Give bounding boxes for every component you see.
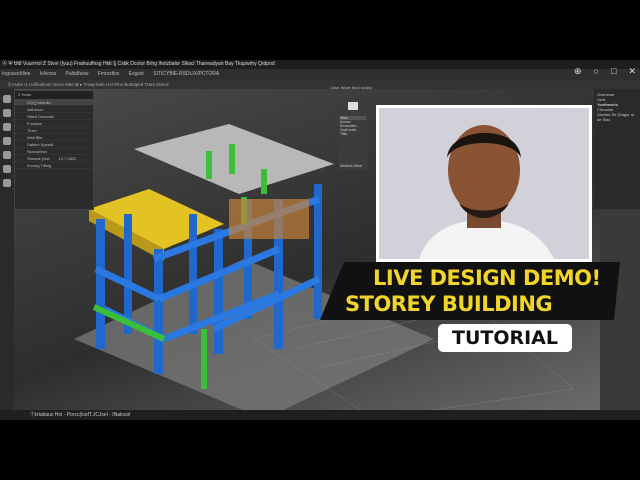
layers-icon [348,102,358,110]
formwork [229,199,309,239]
ribbon-tab[interactable]: Ingoaxe/tline [2,71,30,77]
info-footer: Nefulsis Sleve [340,164,363,168]
tree-item[interactable]: Tluch [15,127,93,134]
ribbon-tab[interactable]: Fmrsstlox [98,71,120,77]
tree-item[interactable]: Knvmg Tdiolg [15,162,93,169]
window-controls: ⊕ ○ □ ✕ [574,66,636,77]
headline-line-2: STOREY BUILDING [345,292,553,316]
status-right: INalosol [112,412,131,418]
letterbox-top [0,0,640,60]
viewport-caption: Chiar Wlver bis Inocdioi [330,85,373,90]
status-bar: Ⓣlxlubaus Hoi - Porcc(iosfT.JCJxel - INa… [0,410,640,420]
search-icon[interactable]: ○ [594,66,599,77]
ribbon-tab[interactable]: Exgsst [129,71,144,77]
right-panel: Ocemnoe Uovt Yoctlmvelu Chruuion Oisvtsd… [594,89,640,209]
tree-item-value: 12.7.0822 [58,156,77,161]
tree-item[interactable]: Sitied Deacrdio [15,113,93,120]
right-panel-text: Oisvtsd Sir (Dagor ui de Slav [597,112,634,122]
zoom-icon[interactable]: ⊕ [574,66,582,77]
status-left: Ⓣlxlubaus Hoi [30,412,63,418]
tree-item[interactable]: Sluvoplean [15,148,93,155]
info-panel: Hlatu Anowo Ermsoldes Hoaf oreta Tiitio … [338,98,368,170]
status-file: Porcc(iosfT.JCJxel [66,412,108,418]
search-input[interactable]: DQ/Ʒ ebuulio [15,99,93,106]
ribbon-tabs[interactable]: Ingoaxe/tline Ivlivoss Paltalfsow Fmrsst… [0,69,640,80]
menu-bar[interactable]: Ⓐ Ψ Ʉdl Vuurrriol Ƶ Stvvr (lyuu) Fnahuul… [0,60,640,69]
maximize-button[interactable]: □ [611,66,616,77]
presenter-photo [376,105,592,262]
tree-item-label: Sheade (Not [27,156,50,161]
presenter-avatar [419,125,554,259]
tree-item[interactable]: Daldev-Speadi [15,141,93,148]
ribbon-tab[interactable]: Ivlivoss [40,71,56,77]
properties-panel: Ʃ Hotor DQ/Ʒ ebuulio ludbeoon Sitied Dea… [14,90,94,210]
toolbar[interactable]: Ŝ Hube I1 Holfsalmon Sorrs Mbe ⊞ ▸ Tmap … [0,80,640,89]
file-path-field[interactable]: SITICYBIE-RSDLIX/PCTORA [153,71,219,77]
tree-item[interactable]: Sheade (Not 12.7.0822 [15,155,93,162]
tree-item[interactable]: ludbeoon [15,106,93,113]
headline-line-1: LIVE DESIGN DEMO! [373,266,601,290]
panel-title: Ʃ Hotor [15,91,93,99]
tutorial-badge: TUTORIAL [438,324,572,352]
tree-item[interactable]: Fuuwwe [15,120,93,127]
tree-item[interactable]: Wall Blin [15,134,93,141]
close-button[interactable]: ✕ [628,66,636,77]
info-item[interactable]: Tiitio [340,132,366,136]
ribbon-tab[interactable]: Paltalfsow [66,71,89,77]
left-toolbar[interactable] [0,89,14,410]
letterbox-bottom [0,420,640,480]
